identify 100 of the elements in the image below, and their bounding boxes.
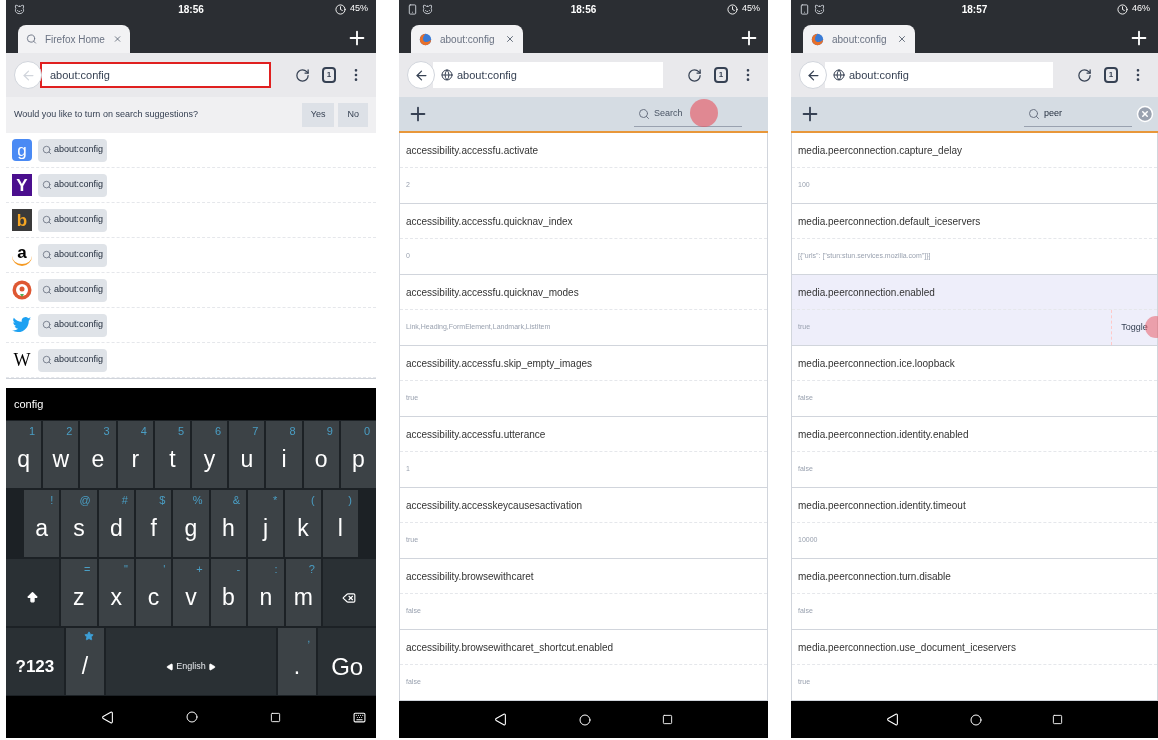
reload-icon[interactable]	[295, 67, 310, 83]
keyboard-key[interactable]: i 8	[266, 421, 302, 488]
back-button[interactable]	[407, 61, 435, 89]
keyboard-key[interactable]: c '	[135, 559, 172, 626]
keyboard-key[interactable]: k (	[285, 490, 321, 557]
keyboard-key[interactable]: f $	[136, 490, 172, 557]
back-icon[interactable]	[494, 713, 507, 726]
browser-tab[interactable]: Firefox Home	[18, 25, 130, 53]
clock-icon	[1116, 3, 1128, 15]
home-icon[interactable]	[186, 711, 198, 723]
keyboard-key[interactable]	[322, 559, 376, 626]
home-icon[interactable]	[969, 713, 982, 726]
word-suggestion[interactable]: config	[14, 395, 44, 413]
key-hint: 3	[103, 424, 110, 439]
search-suggestion-chip[interactable]: about:config	[38, 208, 108, 232]
home-icon[interactable]	[578, 713, 591, 726]
left-arrow-icon	[166, 662, 175, 671]
keyboard-key[interactable]: d #	[98, 490, 134, 557]
browser-tab[interactable]: about:config	[411, 25, 523, 53]
recents-icon[interactable]	[270, 711, 281, 723]
keyboard-key[interactable]: . ,	[277, 628, 317, 695]
key-hint: 7	[252, 424, 259, 439]
url-field[interactable]: about:config	[825, 62, 1053, 88]
duck-icon	[12, 279, 32, 301]
browser-tab[interactable]: about:config	[803, 25, 915, 53]
tab-counter[interactable]: 1	[1104, 67, 1118, 83]
search-suggestion-chip[interactable]: about:config	[38, 278, 108, 302]
keyboard-key[interactable]: q 1	[6, 421, 42, 488]
reload-icon[interactable]	[1077, 67, 1092, 83]
search-suggestion-chip[interactable]: about:config	[38, 173, 108, 197]
key-hint: )	[348, 493, 352, 508]
search-field[interactable]: peer	[1024, 101, 1132, 127]
prompt-button[interactable]: No	[338, 103, 368, 127]
keyboard-key[interactable]: u 7	[229, 421, 265, 488]
keyboard-key[interactable]: a !	[24, 490, 60, 557]
keyboard-key[interactable]: English	[106, 628, 276, 695]
back-icon[interactable]	[101, 710, 114, 724]
key-hint: +	[196, 562, 203, 577]
keyboard-key[interactable]: v +	[173, 559, 209, 626]
key-hint: 1	[29, 424, 36, 439]
engine-logo: W	[12, 349, 32, 371]
recents-icon[interactable]	[662, 714, 673, 725]
search-icon	[1028, 107, 1040, 120]
key-hint: $	[159, 493, 166, 508]
keyboard-icon[interactable]	[353, 710, 366, 724]
keyboard-key[interactable]: x "	[98, 559, 134, 626]
clock-icon	[334, 3, 346, 15]
preference-name: media.peerconnection.ice.loopback	[798, 356, 955, 371]
keyboard-key[interactable]: ?123	[6, 628, 64, 695]
battery-level: 45%	[349, 2, 368, 16]
recents-icon[interactable]	[1052, 714, 1063, 725]
reload-icon[interactable]	[687, 67, 702, 83]
right-arrow-icon	[207, 662, 216, 671]
keyboard-key[interactable]: z =	[61, 559, 97, 626]
keyboard-key[interactable]: s @	[61, 490, 97, 557]
keyboard-key[interactable]: /	[65, 628, 105, 695]
language-label: English	[176, 659, 206, 673]
cat-icon	[14, 3, 25, 15]
phone-icon	[799, 3, 810, 15]
url-field[interactable]: about:config	[433, 62, 663, 88]
keyboard-key[interactable]: l )	[322, 490, 358, 557]
prompt-button[interactable]: Yes	[301, 103, 335, 127]
back-icon[interactable]	[886, 713, 899, 726]
back-button[interactable]	[14, 61, 42, 89]
close-icon[interactable]	[897, 34, 907, 44]
clear-icon[interactable]	[1136, 105, 1154, 123]
keyboard-key[interactable]: n :	[248, 559, 284, 626]
preference-name: media.peerconnection.identity.timeout	[798, 498, 966, 513]
preference-name: media.peerconnection.capture_delay	[798, 143, 962, 158]
clock-icon	[726, 3, 738, 15]
search-field[interactable]: Search	[634, 101, 742, 127]
keyboard-key[interactable]: e 3	[80, 421, 116, 488]
keyboard-key[interactable]: t 5	[154, 421, 190, 488]
key-hint: @	[79, 493, 91, 508]
keyboard-key[interactable]: b -	[210, 559, 247, 626]
keyboard-key[interactable]: j *	[247, 490, 284, 557]
engine-logo: b	[12, 209, 32, 231]
key-hint: :	[274, 562, 278, 577]
close-icon[interactable]	[505, 34, 515, 44]
search-suggestion-chip[interactable]: about:config	[38, 313, 108, 337]
search-suggestion-chip[interactable]: about:config	[38, 243, 108, 267]
key-hint: !	[50, 493, 54, 508]
keyboard-key[interactable]: w 2	[43, 421, 79, 488]
tab-counter[interactable]: 1	[714, 67, 728, 83]
url-field[interactable]: about:config	[40, 62, 271, 88]
key-hint: (	[310, 493, 315, 508]
tab-counter[interactable]: 1	[322, 67, 336, 83]
keyboard-key[interactable]: g %	[173, 490, 209, 557]
search-suggestion-chip[interactable]: about:config	[38, 138, 108, 162]
keyboard-key[interactable]: Go	[318, 628, 376, 695]
search-icon	[42, 215, 52, 225]
keyboard-key[interactable]: o 9	[303, 421, 339, 488]
keyboard-key[interactable]: m ?	[285, 559, 321, 626]
keyboard-key[interactable]: r 4	[117, 421, 153, 488]
toggle-button[interactable]: Toggle	[1111, 310, 1157, 345]
search-suggestion-chip[interactable]: about:config	[38, 348, 108, 372]
back-button[interactable]	[799, 61, 827, 89]
keyboard-key[interactable]: p 0	[340, 421, 376, 488]
keyboard-key[interactable]: y 6	[192, 421, 228, 488]
keyboard-key[interactable]: h &	[210, 490, 246, 557]
